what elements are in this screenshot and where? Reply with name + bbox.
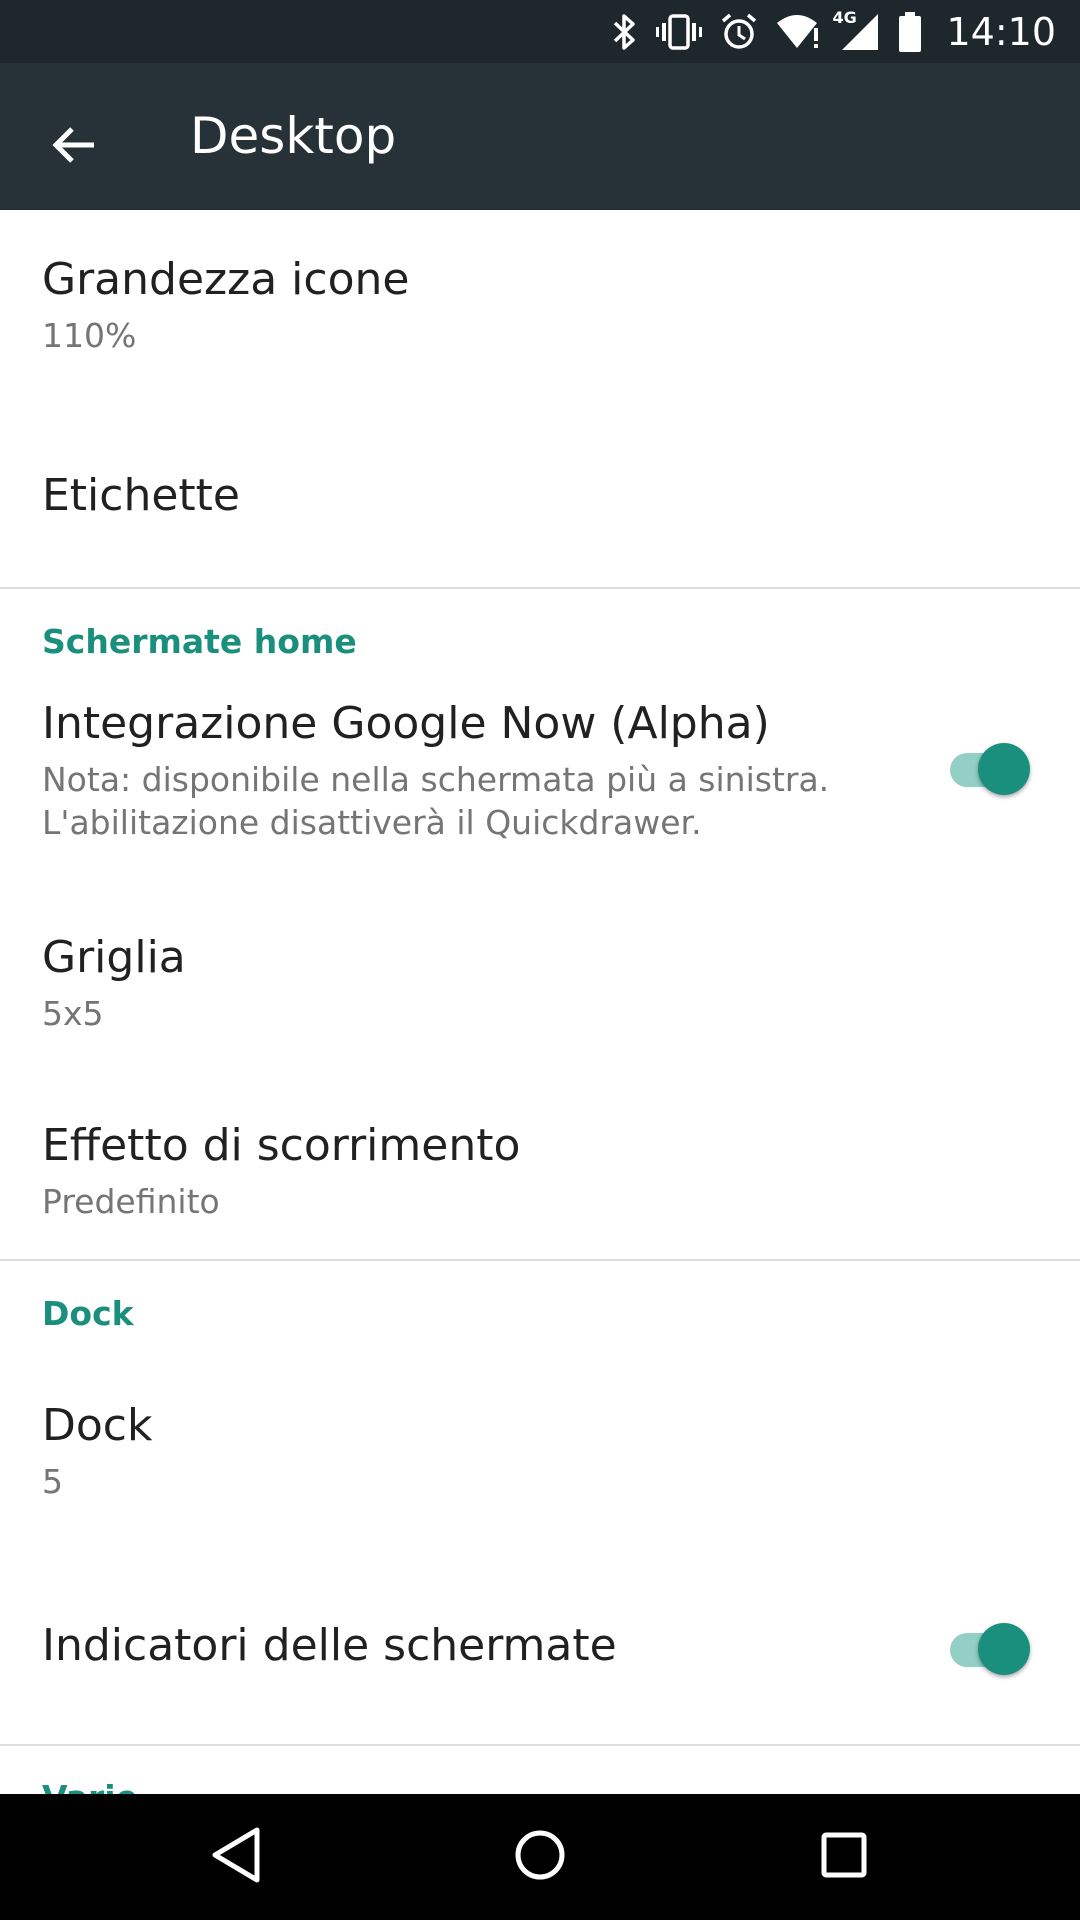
pref-labels-title: Etichette bbox=[42, 470, 240, 521]
arrow-back-icon bbox=[50, 121, 98, 174]
alarm-icon bbox=[720, 13, 758, 51]
category-dock: Dock bbox=[42, 1294, 134, 1333]
pref-scroll-effect-title: Effetto di scorrimento bbox=[42, 1120, 521, 1171]
pref-icon-size-title: Grandezza icone bbox=[42, 254, 410, 305]
pref-google-now-summary-line1: Nota: disponibile nella schermata più a … bbox=[42, 760, 830, 799]
status-bar: 4G 14:10 bbox=[0, 0, 1080, 63]
pref-google-now-summary-line2: L'abilitazione disattiverà il Quickdrawe… bbox=[42, 803, 702, 842]
pref-scroll-effect[interactable]: Effetto di scorrimento Predefinito bbox=[0, 1090, 1080, 1270]
switch-thumb bbox=[978, 743, 1030, 795]
category-misc: Varie bbox=[42, 1778, 138, 1794]
recents-icon bbox=[819, 1830, 869, 1885]
settings-screen: 4G 14:10 Desktop Grandezza icone 110% Et… bbox=[0, 0, 1080, 1920]
vibrate-icon bbox=[656, 13, 703, 51]
pref-icon-size[interactable]: Grandezza icone 110% bbox=[0, 210, 1080, 406]
status-icons: 4G 14:10 bbox=[612, 0, 1056, 63]
page-indicators-switch[interactable] bbox=[950, 1618, 1030, 1678]
pref-scroll-effect-summary: Predefinito bbox=[42, 1182, 220, 1221]
pref-labels[interactable]: Etichette bbox=[0, 406, 1080, 582]
preferences-list: Grandezza icone 110% Etichette Schermate… bbox=[0, 210, 1080, 1794]
nav-recents-button[interactable] bbox=[804, 1817, 884, 1897]
nav-back-button[interactable] bbox=[196, 1817, 276, 1897]
divider bbox=[0, 1744, 1080, 1746]
divider bbox=[0, 587, 1080, 589]
page-title: Desktop bbox=[190, 107, 397, 165]
signal-icon: 4G bbox=[832, 8, 880, 52]
divider bbox=[0, 1259, 1080, 1261]
switch-thumb bbox=[978, 1623, 1030, 1675]
back-button[interactable] bbox=[30, 103, 118, 191]
pref-grid-title: Griglia bbox=[42, 932, 186, 983]
toolbar: Desktop bbox=[0, 63, 1080, 210]
battery-icon bbox=[898, 11, 922, 52]
bluetooth-icon bbox=[612, 13, 638, 51]
back-icon bbox=[209, 1826, 263, 1889]
category-home-screens: Schermate home bbox=[42, 622, 357, 661]
home-icon bbox=[513, 1828, 567, 1887]
pref-dock-title: Dock bbox=[42, 1400, 153, 1451]
pref-google-now-title: Integrazione Google Now (Alpha) bbox=[42, 698, 770, 749]
pref-dock[interactable]: Dock 5 bbox=[0, 1360, 1080, 1560]
network-type-label: 4G bbox=[832, 7, 857, 27]
nav-home-button[interactable] bbox=[500, 1817, 580, 1897]
pref-grid-summary: 5x5 bbox=[42, 994, 104, 1033]
navigation-bar bbox=[0, 1794, 1080, 1920]
google-now-switch[interactable] bbox=[950, 738, 1030, 798]
pref-icon-size-summary: 110% bbox=[42, 316, 137, 355]
pref-grid[interactable]: Griglia 5x5 bbox=[0, 910, 1080, 1090]
pref-dock-summary: 5 bbox=[42, 1462, 63, 1501]
pref-page-indicators[interactable]: Indicatori delle schermate bbox=[0, 1560, 1080, 1740]
status-time: 14:10 bbox=[946, 9, 1056, 54]
wifi-icon bbox=[776, 13, 822, 51]
pref-page-indicators-title: Indicatori delle schermate bbox=[42, 1620, 617, 1671]
